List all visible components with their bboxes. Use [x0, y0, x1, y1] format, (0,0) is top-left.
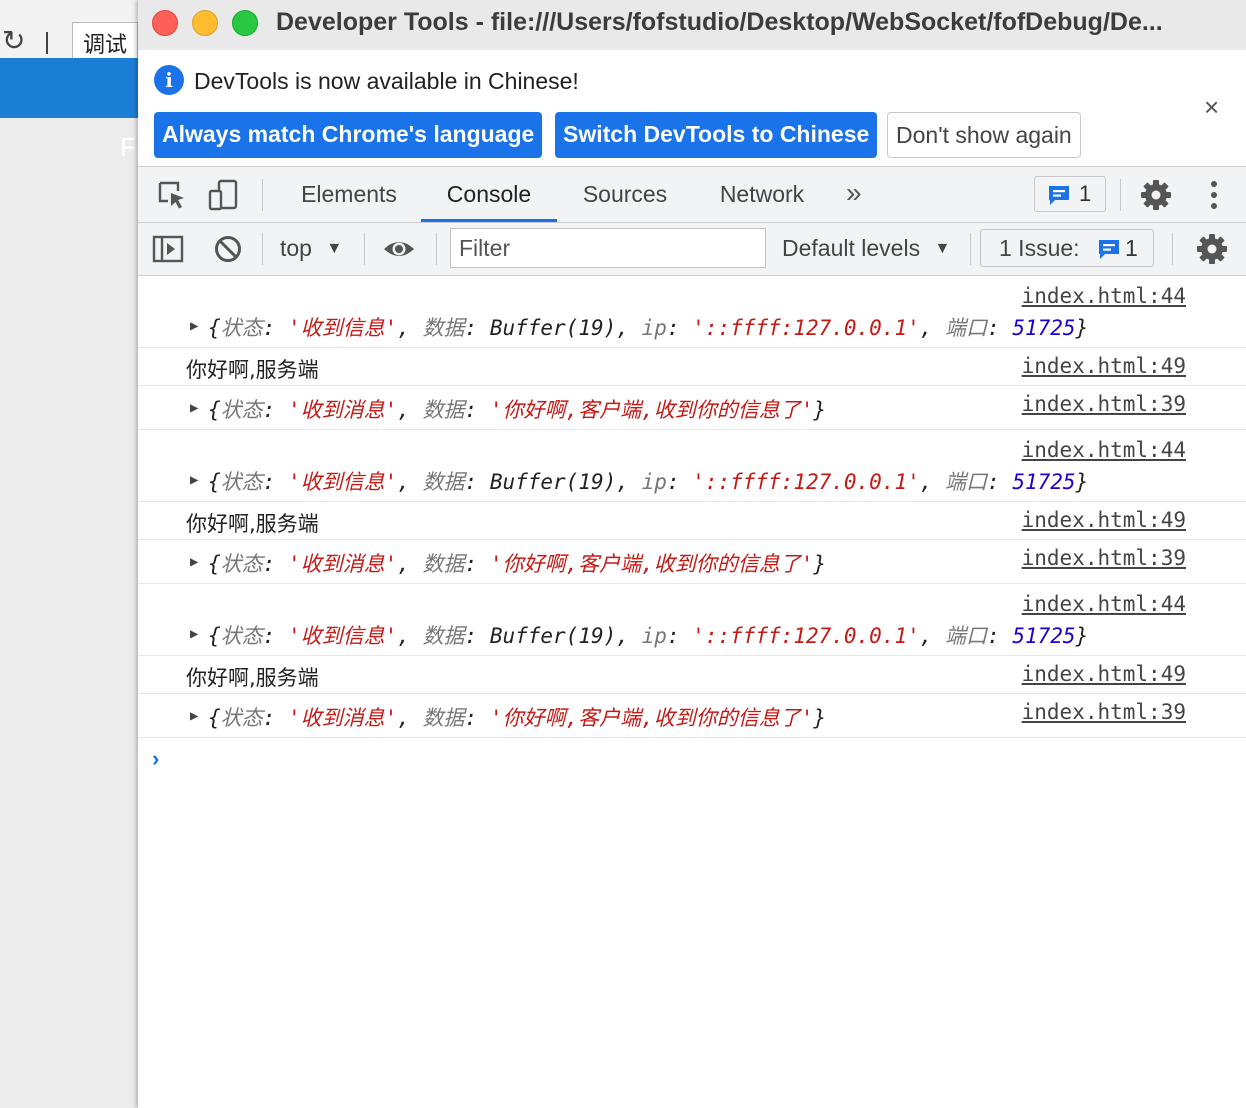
expand-triangle-icon[interactable]: ▶	[190, 318, 198, 334]
message-text: 你好啊,服务端	[186, 666, 319, 690]
filter-input[interactable]	[450, 228, 766, 268]
issues-button[interactable]: 1 Issue: 1	[980, 229, 1154, 267]
tab-sources[interactable]: Sources	[570, 167, 680, 222]
source-link[interactable]: index.html:39	[1022, 700, 1186, 724]
log-levels-label: Default levels	[782, 235, 921, 261]
console-message[interactable]: index.html:49 你好啊,服务端	[138, 502, 1246, 540]
background-banner: F	[0, 58, 140, 162]
source-link[interactable]: index.html:49	[1022, 508, 1186, 532]
switch-to-chinese-button[interactable]: Switch DevTools to Chinese	[555, 112, 878, 158]
devtools-tab-bar: Elements Console Sources Network » 1	[138, 167, 1246, 223]
background-banner-letter: F	[120, 132, 136, 162]
zoom-window-button[interactable]	[232, 10, 258, 36]
source-link[interactable]: index.html:39	[1022, 392, 1186, 416]
language-infobar: i DevTools is now available in Chinese! …	[138, 50, 1246, 167]
message-content: ▶ {状态: '收到消息', 数据: '你好啊,客户端,收到你的信息了'}	[190, 398, 827, 422]
dropdown-arrow-icon: ▼	[934, 240, 951, 257]
dropdown-arrow-icon: ▼	[326, 240, 343, 257]
source-link[interactable]: index.html:44	[1022, 438, 1186, 462]
background-tab[interactable]: 调试	[72, 22, 138, 58]
close-icon[interactable]: ×	[1204, 94, 1219, 120]
device-toolbar-icon[interactable]	[208, 179, 240, 211]
console-message[interactable]: index.html:44 ▶ {状态: '收到信息', 数据: Buffer(1…	[138, 276, 1246, 348]
expand-triangle-icon[interactable]: ▶	[190, 626, 198, 642]
console-toolbar-divider	[970, 233, 971, 265]
messages-count: 1	[1079, 181, 1092, 206]
background-browser-window: ↻ 调试 F	[0, 0, 140, 1108]
console-toolbar-divider	[364, 233, 365, 265]
infobar-message: DevTools is now available in Chinese!	[194, 68, 579, 94]
console-settings-gear-icon[interactable]	[1196, 233, 1228, 265]
minimize-window-button[interactable]	[192, 10, 218, 36]
context-selector-label: top	[280, 235, 312, 261]
source-link[interactable]: index.html:39	[1022, 546, 1186, 570]
more-tabs-icon[interactable]: »	[846, 167, 862, 222]
reload-icon[interactable]: ↻	[2, 26, 25, 56]
show-sidebar-icon[interactable]	[152, 233, 184, 265]
console-toolbar-divider	[262, 233, 263, 265]
message-text: 你好啊,服务端	[186, 512, 319, 536]
live-expression-eye-icon[interactable]	[383, 233, 415, 265]
settings-gear-icon[interactable]	[1140, 179, 1172, 211]
info-icon: i	[154, 65, 184, 95]
tab-network[interactable]: Network	[704, 167, 820, 222]
message-content: ▶ {状态: '收到信息', 数据: Buffer(19), ip: '::fff…	[190, 470, 1089, 494]
console-message[interactable]: index.html:39 ▶ {状态: '收到消息', 数据: '你好啊,客户端…	[138, 694, 1246, 738]
console-message[interactable]: index.html:44 ▶ {状态: '收到信息', 数据: Buffer(1…	[138, 584, 1246, 656]
devtools-window: Developer Tools - file:///Users/fofstudi…	[138, 0, 1246, 1108]
source-link[interactable]: index.html:49	[1022, 662, 1186, 686]
console-toolbar: top ▼ Default levels ▼ 1 Issue: 1	[138, 223, 1246, 276]
console-toolbar-divider	[436, 233, 437, 265]
message-content: ▶ {状态: '收到信息', 数据: Buffer(19), ip: '::fff…	[190, 316, 1089, 340]
expand-triangle-icon[interactable]: ▶	[190, 554, 198, 570]
console-messages: index.html:44 ▶ {状态: '收到信息', 数据: Buffer(1…	[138, 276, 1246, 778]
dont-show-again-button[interactable]: Don't show again	[887, 112, 1081, 158]
console-prompt-icon: ›	[152, 746, 160, 771]
window-titlebar[interactable]: Developer Tools - file:///Users/fofstudi…	[138, 0, 1246, 50]
message-content: ▶ {状态: '收到信息', 数据: Buffer(19), ip: '::fff…	[190, 624, 1089, 648]
tab-console[interactable]: Console	[421, 167, 557, 222]
expand-triangle-icon[interactable]: ▶	[190, 472, 198, 488]
background-toolbar: ↻ 调试	[0, 0, 140, 58]
source-link[interactable]: index.html:44	[1022, 284, 1186, 308]
tab-elements[interactable]: Elements	[288, 167, 410, 222]
issues-count: 1	[1125, 235, 1138, 261]
console-message[interactable]: index.html:44 ▶ {状态: '收到信息', 数据: Buffer(1…	[138, 430, 1246, 502]
message-icon	[1049, 186, 1069, 205]
expand-triangle-icon[interactable]: ▶	[190, 708, 198, 724]
message-text: 你好啊,服务端	[186, 358, 319, 382]
toolbar-separator	[46, 32, 48, 54]
issues-label: 1 Issue:	[999, 235, 1080, 261]
console-message[interactable]: index.html:39 ▶ {状态: '收到消息', 数据: '你好啊,客户端…	[138, 540, 1246, 584]
window-title: Developer Tools - file:///Users/fofstudi…	[276, 8, 1163, 36]
console-prompt-row[interactable]: ›	[138, 738, 1246, 778]
more-options-icon[interactable]	[1198, 179, 1230, 211]
console-message[interactable]: index.html:49 你好啊,服务端	[138, 656, 1246, 694]
close-window-button[interactable]	[152, 10, 178, 36]
tab-bar-divider	[1120, 179, 1121, 211]
source-link[interactable]: index.html:49	[1022, 354, 1186, 378]
messages-badge[interactable]: 1	[1034, 176, 1106, 212]
expand-triangle-icon[interactable]: ▶	[190, 400, 198, 416]
inspect-element-icon[interactable]	[156, 179, 188, 211]
always-match-language-button[interactable]: Always match Chrome's language	[154, 112, 543, 158]
tab-bar-divider	[262, 179, 263, 211]
log-levels-dropdown[interactable]: Default levels ▼	[782, 233, 950, 264]
console-message[interactable]: index.html:39 ▶ {状态: '收到消息', 数据: '你好啊,客户端…	[138, 386, 1246, 430]
clear-console-icon[interactable]	[212, 233, 244, 265]
console-toolbar-divider	[1172, 233, 1173, 265]
message-content: ▶ {状态: '收到消息', 数据: '你好啊,客户端,收到你的信息了'}	[190, 552, 827, 576]
message-content: ▶ {状态: '收到消息', 数据: '你好啊,客户端,收到你的信息了'}	[190, 706, 827, 730]
issue-message-icon	[1099, 240, 1119, 259]
source-link[interactable]: index.html:44	[1022, 592, 1186, 616]
context-selector[interactable]: top ▼	[280, 233, 342, 264]
console-message[interactable]: index.html:49 你好啊,服务端	[138, 348, 1246, 386]
